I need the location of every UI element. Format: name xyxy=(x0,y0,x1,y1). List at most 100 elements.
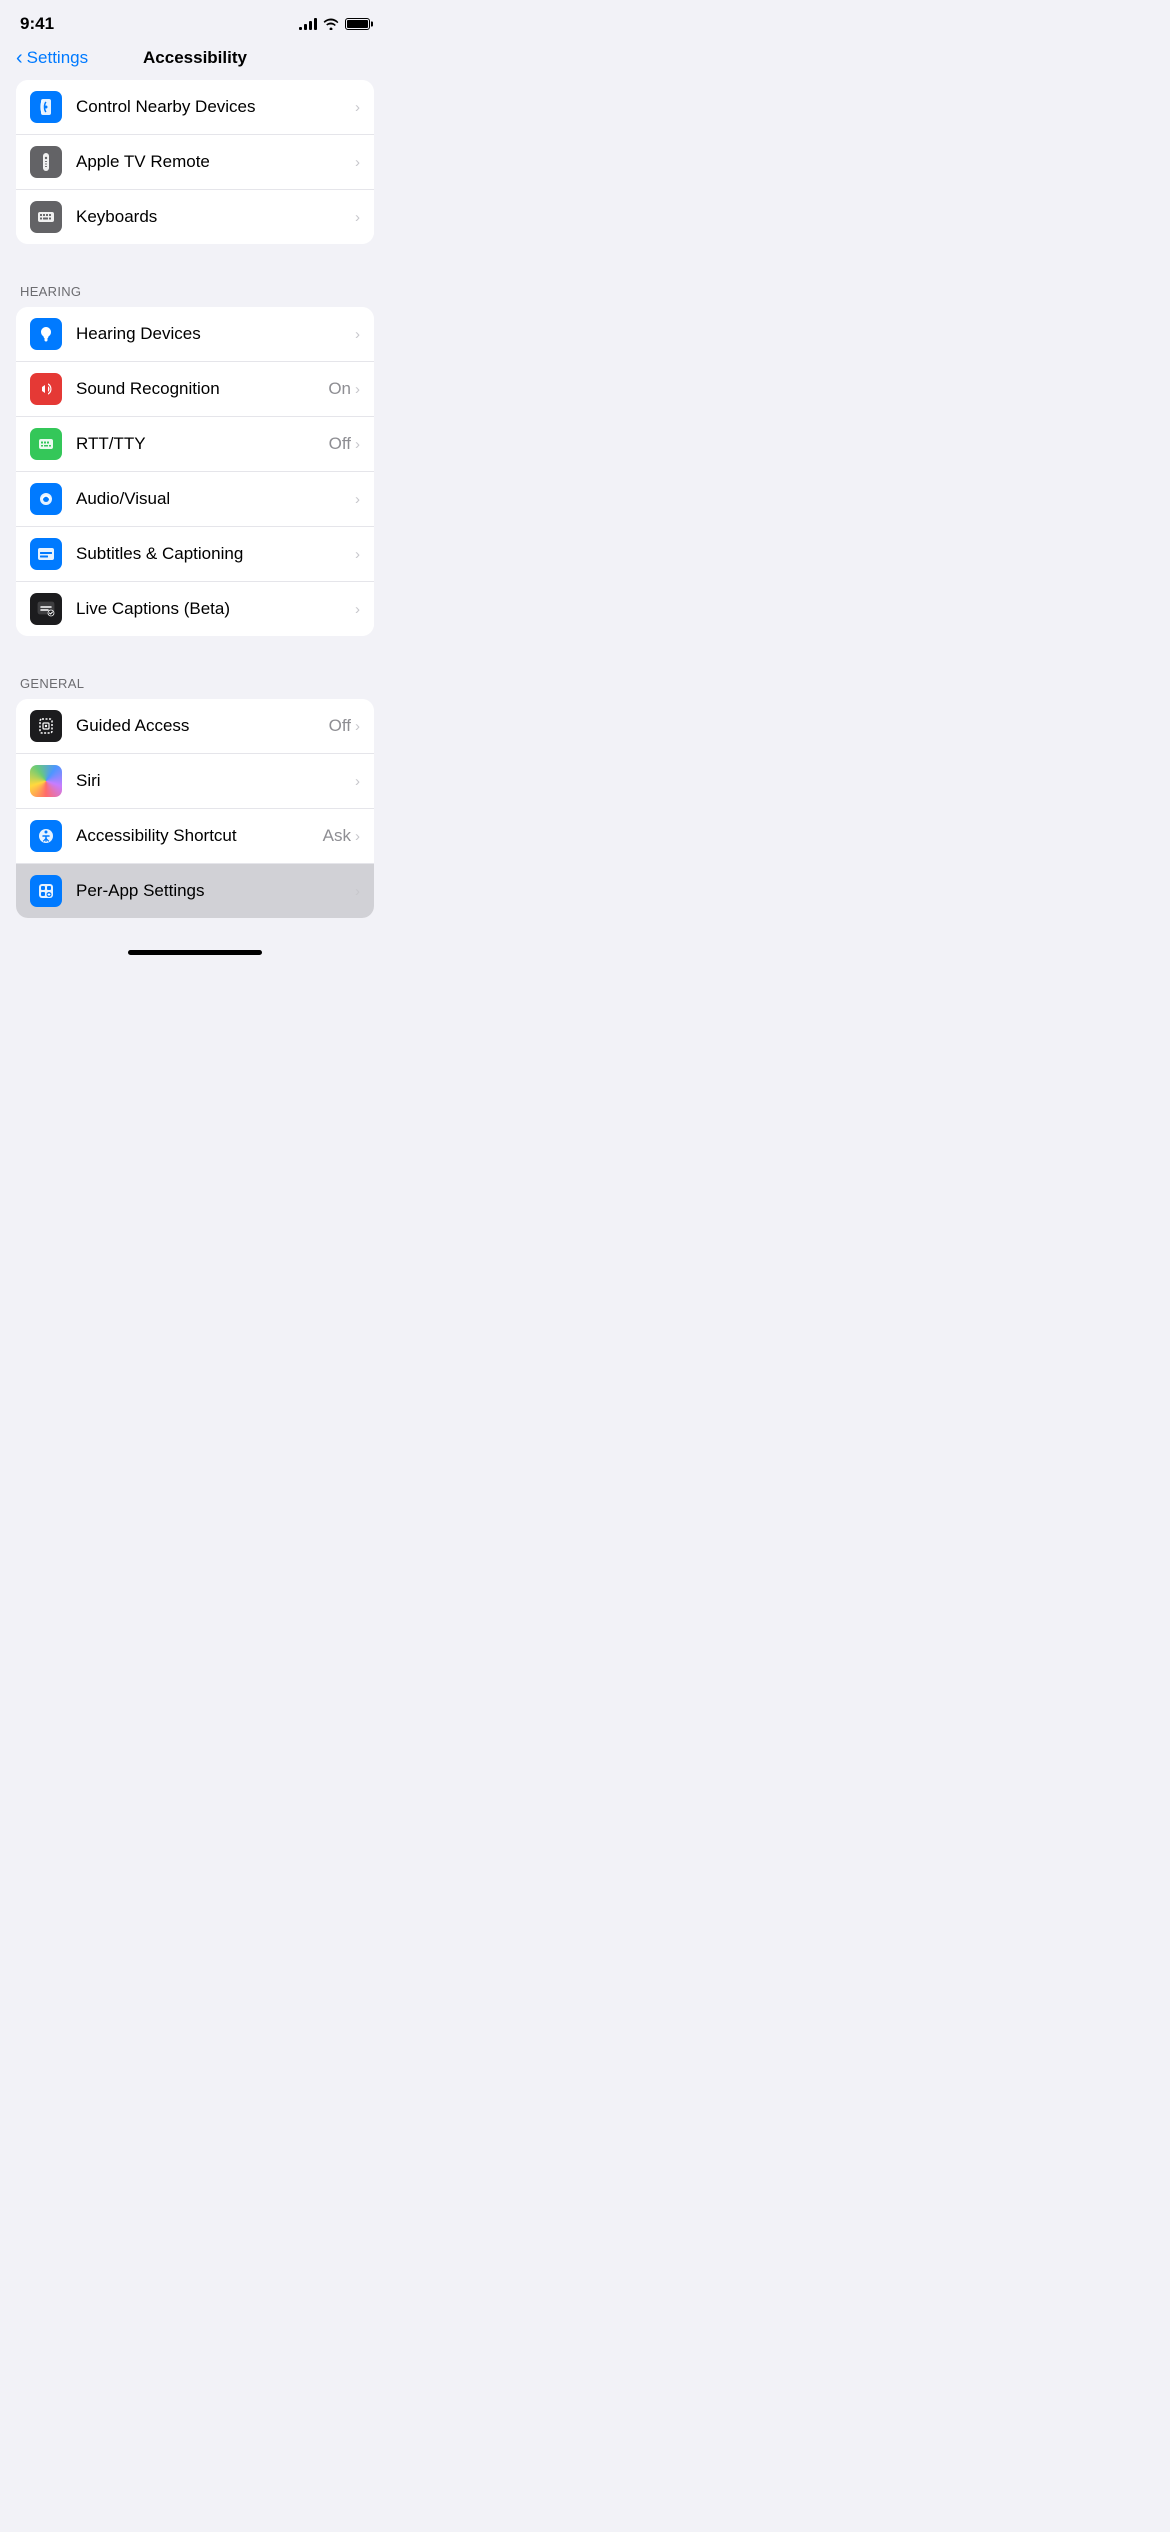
chevron-right-icon: › xyxy=(355,436,360,453)
list-item-siri[interactable]: Siri › xyxy=(16,754,374,809)
list-item-hearing-devices[interactable]: Hearing Devices › xyxy=(16,307,374,362)
sound-recognition-icon xyxy=(30,373,62,405)
back-label: Settings xyxy=(27,48,88,68)
keyboard-icon xyxy=(30,201,62,233)
section-header-hearing: HEARING xyxy=(0,268,390,307)
list-item-apple-tv-remote[interactable]: Apple TV Remote › xyxy=(16,135,374,190)
item-content: Control Nearby Devices › xyxy=(76,97,360,117)
accessibility-shortcut-value: Ask xyxy=(323,826,351,846)
list-item-per-app-settings[interactable]: Per-App Settings › xyxy=(16,864,374,918)
item-right: › xyxy=(355,601,360,618)
page-title: Accessibility xyxy=(143,48,247,68)
general-list-group: Guided Access Off › Siri › xyxy=(16,699,374,918)
guided-access-icon xyxy=(30,710,62,742)
item-right: › xyxy=(355,883,360,900)
item-content: Live Captions (Beta) › xyxy=(76,599,360,619)
home-bar xyxy=(128,950,262,955)
item-right: › xyxy=(355,209,360,226)
list-item-subtitles-captioning[interactable]: Subtitles & Captioning › xyxy=(16,527,374,582)
list-item-rtt-tty[interactable]: RTT/TTY Off › xyxy=(16,417,374,472)
hearing-list-group: Hearing Devices › Sound Recognition On › xyxy=(16,307,374,636)
home-indicator xyxy=(0,942,390,961)
status-icons xyxy=(299,18,370,30)
chevron-right-icon: › xyxy=(355,209,360,226)
chevron-right-icon: › xyxy=(355,718,360,735)
item-right: › xyxy=(355,773,360,790)
item-content: Per-App Settings › xyxy=(76,881,360,901)
back-chevron-icon: ‹ xyxy=(16,48,23,68)
chevron-right-icon: › xyxy=(355,546,360,563)
accessibility-shortcut-icon xyxy=(30,820,62,852)
list-item-control-nearby-devices[interactable]: Control Nearby Devices › xyxy=(16,80,374,135)
item-content: Keyboards › xyxy=(76,207,360,227)
item-content: Sound Recognition On › xyxy=(76,379,360,399)
item-content: Apple TV Remote › xyxy=(76,152,360,172)
status-time: 9:41 xyxy=(20,14,54,34)
guided-access-value: Off xyxy=(329,716,351,736)
item-label: Hearing Devices xyxy=(76,324,201,344)
item-right: Off › xyxy=(329,716,360,736)
item-right: › xyxy=(355,491,360,508)
signal-icon xyxy=(299,18,317,30)
item-label: Audio/Visual xyxy=(76,489,170,509)
list-item-sound-recognition[interactable]: Sound Recognition On › xyxy=(16,362,374,417)
item-content: RTT/TTY Off › xyxy=(76,434,360,454)
item-label: Per-App Settings xyxy=(76,881,205,901)
chevron-right-icon: › xyxy=(355,99,360,116)
status-bar: 9:41 xyxy=(0,0,390,40)
siri-icon xyxy=(30,765,62,797)
item-label: Accessibility Shortcut xyxy=(76,826,237,846)
per-app-settings-icon xyxy=(30,875,62,907)
top-list-group: Control Nearby Devices › Apple TV Remote… xyxy=(16,80,374,244)
back-button[interactable]: ‹ Settings xyxy=(16,48,88,68)
rtt-tty-icon xyxy=(30,428,62,460)
section-general: GENERAL Guided Access Off › xyxy=(0,660,390,918)
audio-visual-icon xyxy=(30,483,62,515)
chevron-right-icon: › xyxy=(355,773,360,790)
item-right: Ask › xyxy=(323,826,360,846)
subtitles-captioning-icon xyxy=(30,538,62,570)
item-right: › xyxy=(355,326,360,343)
hearing-devices-icon xyxy=(30,318,62,350)
list-item-audio-visual[interactable]: Audio/Visual › xyxy=(16,472,374,527)
item-label: Sound Recognition xyxy=(76,379,220,399)
chevron-right-icon: › xyxy=(355,601,360,618)
item-content: Audio/Visual › xyxy=(76,489,360,509)
item-label: Subtitles & Captioning xyxy=(76,544,243,564)
item-label: Keyboards xyxy=(76,207,157,227)
rtt-tty-value: Off xyxy=(329,434,351,454)
list-item-guided-access[interactable]: Guided Access Off › xyxy=(16,699,374,754)
item-label: RTT/TTY xyxy=(76,434,146,454)
chevron-right-icon: › xyxy=(355,381,360,398)
list-item-accessibility-shortcut[interactable]: Accessibility Shortcut Ask › xyxy=(16,809,374,864)
item-content: Accessibility Shortcut Ask › xyxy=(76,826,360,846)
chevron-right-icon: › xyxy=(355,154,360,171)
item-right: › xyxy=(355,154,360,171)
list-item-keyboards[interactable]: Keyboards › xyxy=(16,190,374,244)
sound-recognition-value: On xyxy=(328,379,351,399)
item-right: › xyxy=(355,99,360,116)
item-right: › xyxy=(355,546,360,563)
item-right: On › xyxy=(328,379,360,399)
live-captions-icon xyxy=(30,593,62,625)
chevron-right-icon: › xyxy=(355,828,360,845)
wifi-icon xyxy=(323,18,339,30)
item-right: Off › xyxy=(329,434,360,454)
battery-icon xyxy=(345,18,370,30)
item-label: Guided Access xyxy=(76,716,189,736)
item-label: Apple TV Remote xyxy=(76,152,210,172)
control-nearby-icon xyxy=(30,91,62,123)
item-content: Subtitles & Captioning › xyxy=(76,544,360,564)
list-item-live-captions[interactable]: Live Captions (Beta) › xyxy=(16,582,374,636)
nav-bar: ‹ Settings Accessibility xyxy=(0,40,390,80)
chevron-right-icon: › xyxy=(355,883,360,900)
chevron-right-icon: › xyxy=(355,491,360,508)
item-label: Live Captions (Beta) xyxy=(76,599,230,619)
item-content: Hearing Devices › xyxy=(76,324,360,344)
item-content: Siri › xyxy=(76,771,360,791)
apple-tv-remote-icon xyxy=(30,146,62,178)
item-label: Control Nearby Devices xyxy=(76,97,256,117)
chevron-right-icon: › xyxy=(355,326,360,343)
item-label: Siri xyxy=(76,771,101,791)
section-header-general: GENERAL xyxy=(0,660,390,699)
